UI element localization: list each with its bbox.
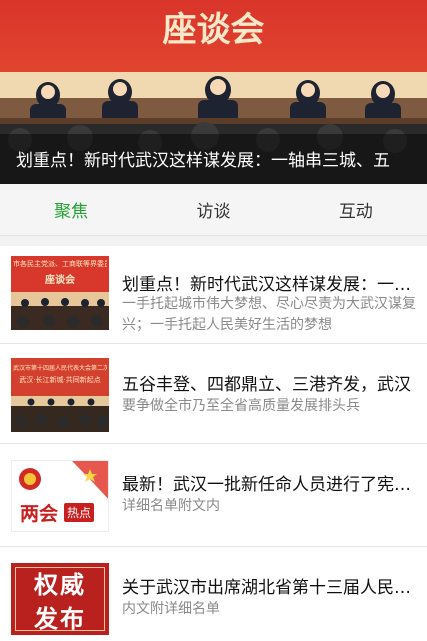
thumbnail-text-secondary: 热点 bbox=[64, 503, 95, 522]
hero-banner[interactable]: 座谈会 划重点！新时代武汉这样谋发展：一轴串三城、五 bbox=[0, 0, 427, 184]
tab-interview[interactable]: 访谈 bbox=[142, 184, 284, 235]
article-thumbnail: 两会 热点 bbox=[11, 460, 109, 532]
article-thumbnail: 市各民主党派、工商联等界委员 座谈会 bbox=[11, 256, 109, 330]
thumbnail-subbanner-text: 座谈会 bbox=[45, 275, 75, 286]
article-summary: 一手托起城市伟大梦想、尽心尽责为大武汉谋复兴；一手托起人民美好生活的梦想 bbox=[122, 296, 416, 333]
article-thumbnail: 武汉市第十四届人民代表大会第二次会议 武汉·长江新城·共同新起点 bbox=[11, 358, 109, 432]
thumbnail-text-primary: 权威 bbox=[34, 570, 86, 599]
article-title: 关于武汉市出席湖北省第十三届人民代表大会 bbox=[122, 578, 418, 598]
list-item[interactable]: 武汉市第十四届人民代表大会第二次会议 武汉·长江新城·共同新起点 五谷丰登、四都… bbox=[0, 344, 427, 444]
article-summary: 要争做全市乃至全省高质量发展排头兵 bbox=[122, 398, 360, 414]
article-summary: 内文附详细名单 bbox=[122, 601, 220, 617]
tab-bar: 聚焦 访谈 互动 bbox=[0, 184, 427, 236]
thumbnail-text-primary: 两会 bbox=[20, 503, 59, 525]
thumbnail-banner-text: 武汉市第十四届人民代表大会第二次会议 bbox=[13, 365, 107, 372]
article-summary: 详细名单附文内 bbox=[122, 498, 220, 514]
hero-banner-text: 座谈会 bbox=[162, 10, 265, 50]
list-item[interactable]: 权威 发布 关于武汉市出席湖北省第十三届人民代表大会 内文附详细名单 bbox=[0, 547, 427, 641]
article-title: 五谷丰登、四都鼎立、三港齐发，武汉 bbox=[122, 375, 411, 395]
list-item[interactable]: 两会 热点 最新！武汉一批新任命人员进行了宪法宣誓 详细名单附文内 bbox=[0, 444, 427, 547]
thumbnail-banner-text: 市各民主党派、工商联等界委员 bbox=[13, 260, 107, 268]
article-thumbnail: 权威 发布 bbox=[11, 563, 109, 635]
tab-focus[interactable]: 聚焦 bbox=[0, 184, 142, 235]
list-item[interactable]: 市各民主党派、工商联等界委员 座谈会 划重点！新时代武汉这样谋发展：一轴串三城、… bbox=[0, 246, 427, 344]
thumbnail-text-secondary: 发布 bbox=[34, 604, 86, 633]
thumbnail-subbanner-text: 武汉·长江新城·共同新起点 bbox=[19, 376, 101, 384]
tab-interaction[interactable]: 互动 bbox=[285, 184, 427, 235]
article-list: 市各民主党派、工商联等界委员 座谈会 划重点！新时代武汉这样谋发展：一轴串三城、… bbox=[0, 236, 427, 641]
hero-title[interactable]: 划重点！新时代武汉这样谋发展：一轴串三城、五 bbox=[16, 146, 427, 171]
article-title: 最新！武汉一批新任命人员进行了宪法宣誓 bbox=[122, 475, 418, 495]
article-title: 划重点！新时代武汉这样谋发展：一轴串三城、五 bbox=[122, 275, 418, 295]
